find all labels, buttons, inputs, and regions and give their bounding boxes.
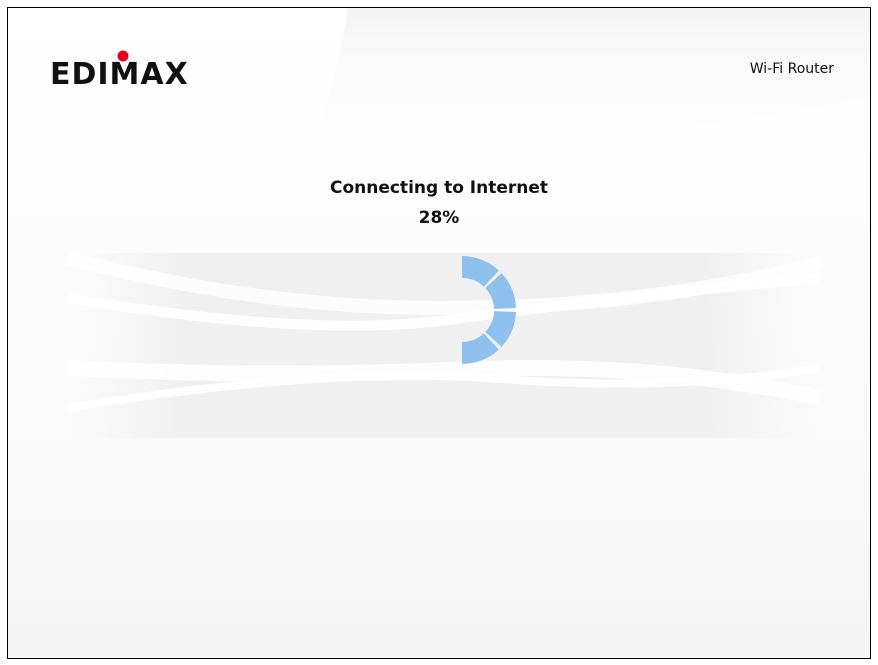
logo-text: EDIMAX <box>50 57 189 90</box>
connection-status: Connecting to Internet 28% <box>8 178 870 228</box>
logo-dot <box>117 50 129 62</box>
progress-percent: 28% <box>418 208 460 228</box>
loading-spinner-icon <box>462 256 516 364</box>
product-name: Wi-Fi Router <box>749 61 834 77</box>
setup-wizard-window: EDIMAX Wi-Fi Router Connecting to Intern… <box>7 7 871 659</box>
status-label: Connecting to Internet <box>329 178 549 198</box>
edimax-logo: EDIMAX <box>50 50 189 90</box>
